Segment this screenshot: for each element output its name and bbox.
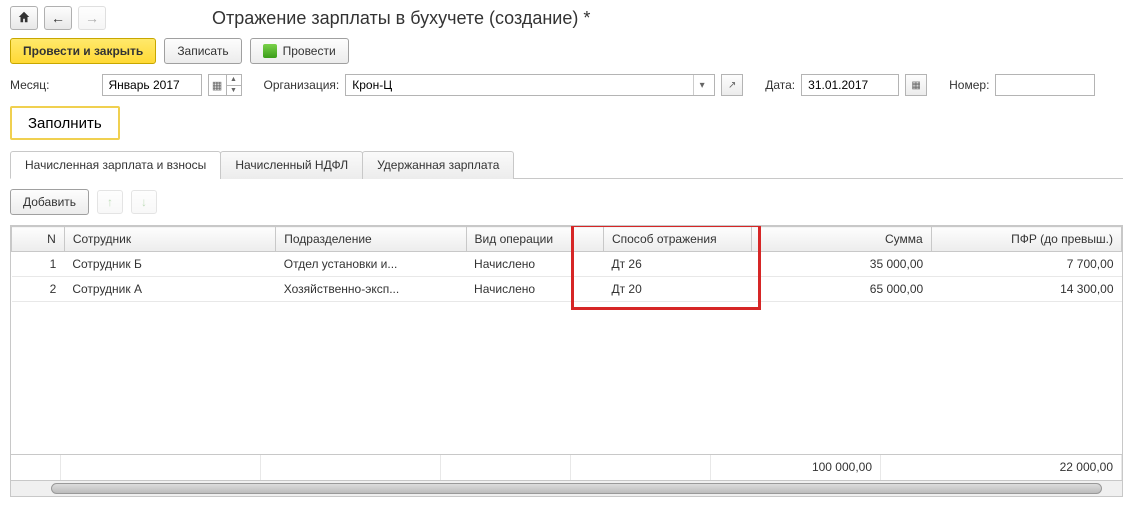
month-input[interactable] [107, 77, 197, 93]
col-op[interactable]: Вид операции [466, 227, 603, 252]
move-down-button: ↓ [131, 190, 157, 214]
total-sum: 100 000,00 [711, 455, 881, 480]
arrow-up-icon: ↑ [107, 195, 113, 209]
table-row[interactable]: 1Сотрудник БОтдел установки и...Начислен… [12, 252, 1122, 277]
month-label: Месяц: [10, 78, 50, 92]
cell-pfr: 7 700,00 [931, 252, 1121, 277]
calendar-icon[interactable]: ▦ [209, 75, 227, 95]
form-row: Месяц: ▦ ▲ ▼ Организация: ▾ ↗ Дата: ▦ Но… [10, 74, 1123, 96]
date-calendar-button[interactable]: ▦ [905, 74, 927, 96]
col-ref[interactable]: Способ отражения [603, 227, 751, 252]
spin-down-icon[interactable]: ▼ [227, 86, 241, 96]
org-label: Организация: [264, 78, 340, 92]
cell-dept: Хозяйственно-эксп... [276, 277, 466, 302]
number-input[interactable] [1000, 77, 1090, 93]
nav-row: ← → Отражение зарплаты в бухучете (созда… [10, 6, 1123, 30]
open-external-icon: ↗ [728, 80, 736, 91]
tab-ndfl[interactable]: Начисленный НДФЛ [220, 151, 363, 179]
number-field[interactable] [995, 74, 1095, 96]
process-label: Провести [283, 44, 336, 58]
grid-header-row: N Сотрудник Подразделение Вид операции С… [12, 227, 1122, 252]
scrollbar-thumb[interactable] [51, 483, 1102, 494]
add-row-button[interactable]: Добавить [10, 189, 89, 215]
tab-accrued-salary[interactable]: Начисленная зарплата и взносы [10, 151, 221, 179]
col-employee[interactable]: Сотрудник [64, 227, 275, 252]
horizontal-scrollbar[interactable] [10, 481, 1123, 497]
cell-op: Начислено [466, 277, 603, 302]
cell-pfr: 14 300,00 [931, 277, 1121, 302]
col-dept[interactable]: Подразделение [276, 227, 466, 252]
cell-dept: Отдел установки и... [276, 252, 466, 277]
forward-button: → [78, 6, 106, 30]
table-row[interactable]: 2Сотрудник АХозяйственно-эксп...Начислен… [12, 277, 1122, 302]
date-label: Дата: [765, 78, 795, 92]
cell-employee: Сотрудник Б [64, 252, 275, 277]
col-pfr[interactable]: ПФР (до превыш.) [931, 227, 1121, 252]
tab-withheld[interactable]: Удержанная зарплата [362, 151, 514, 179]
cell-sum: 35 000,00 [751, 252, 931, 277]
calendar-icon: ▦ [911, 80, 920, 91]
total-pfr: 22 000,00 [881, 455, 1122, 480]
process-and-close-button[interactable]: Провести и закрыть [10, 38, 156, 64]
process-icon [263, 44, 277, 58]
month-field[interactable] [102, 74, 202, 96]
spin-up-icon[interactable]: ▲ [227, 75, 241, 86]
cell-ref: Дт 26 [603, 252, 751, 277]
date-field[interactable] [801, 74, 899, 96]
cell-n: 2 [12, 277, 65, 302]
dropdown-icon[interactable]: ▾ [693, 75, 710, 95]
arrow-down-icon: ↓ [141, 195, 147, 209]
org-open-button[interactable]: ↗ [721, 74, 743, 96]
page-title: Отражение зарплаты в бухучете (создание)… [212, 8, 590, 29]
month-spinner[interactable]: ▦ ▲ ▼ [208, 74, 242, 96]
toolbar: Провести и закрыть Записать Провести [10, 38, 1123, 64]
grid: N Сотрудник Подразделение Вид операции С… [10, 225, 1123, 455]
save-button[interactable]: Записать [164, 38, 241, 64]
org-field[interactable]: ▾ [345, 74, 715, 96]
arrow-right-icon: → [85, 10, 99, 26]
move-up-button: ↑ [97, 190, 123, 214]
back-button[interactable]: ← [44, 6, 72, 30]
totals-row: 100 000,00 22 000,00 [10, 455, 1123, 481]
home-icon [17, 10, 31, 27]
col-sum[interactable]: Сумма [751, 227, 931, 252]
org-input[interactable] [350, 77, 693, 93]
col-n[interactable]: N [12, 227, 65, 252]
process-button[interactable]: Провести [250, 38, 349, 64]
cell-op: Начислено [466, 252, 603, 277]
grid-toolbar: Добавить ↑ ↓ [10, 189, 1123, 215]
cell-employee: Сотрудник А [64, 277, 275, 302]
fill-button[interactable]: Заполнить [10, 106, 120, 140]
arrow-left-icon: ← [51, 10, 65, 26]
home-button[interactable] [10, 6, 38, 30]
cell-ref: Дт 20 [603, 277, 751, 302]
tabs: Начисленная зарплата и взносы Начисленны… [10, 150, 1123, 179]
cell-n: 1 [12, 252, 65, 277]
date-input[interactable] [806, 77, 894, 93]
number-label: Номер: [949, 78, 989, 92]
cell-sum: 65 000,00 [751, 277, 931, 302]
